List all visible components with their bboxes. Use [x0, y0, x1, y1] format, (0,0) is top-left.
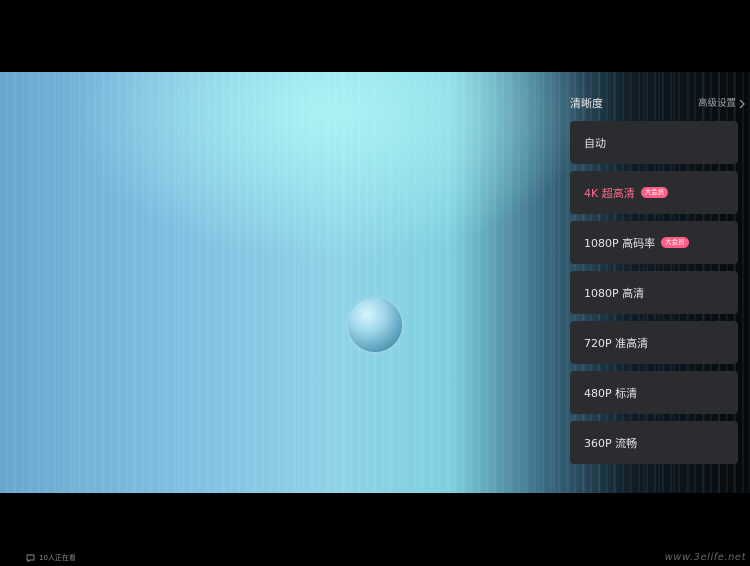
option-label: 自动: [584, 136, 606, 150]
quality-panel: 清晰度 高级设置 自动 4K 超高清 大会员 1080P 高码率 大会员 108…: [560, 72, 750, 493]
quality-option-480p[interactable]: 480P 标清: [570, 371, 738, 414]
viewer-count-text: 10人正在看: [39, 554, 76, 562]
sphere-visual: [348, 298, 402, 352]
quality-options: 自动 4K 超高清 大会员 1080P 高码率 大会员 1080P 高清 720…: [570, 121, 738, 471]
vip-badge: 大会员: [640, 187, 669, 198]
option-label: 360P 流畅: [584, 436, 638, 450]
panel-header: 清晰度 高级设置: [570, 96, 746, 112]
option-label: 1080P 高清: [584, 286, 645, 300]
quality-option-1080p[interactable]: 1080P 高清: [570, 271, 738, 314]
advanced-settings-link[interactable]: 高级设置: [698, 96, 746, 112]
quality-option-360p[interactable]: 360P 流畅: [570, 421, 738, 464]
option-label: 720P 准高清: [584, 336, 649, 350]
quality-option-720p[interactable]: 720P 准高清: [570, 321, 738, 364]
watermark: www.3elife.net: [664, 552, 746, 563]
option-label: 4K 超高清: [584, 186, 635, 200]
chevron-right-icon: [739, 99, 745, 109]
advanced-settings-label: 高级设置: [697, 98, 736, 109]
panel-title: 清晰度: [570, 97, 603, 110]
quality-option-auto[interactable]: 自动: [570, 121, 738, 164]
viewers-icon: [26, 554, 35, 562]
option-label: 480P 标清: [584, 386, 638, 400]
option-label: 1080P 高码率: [584, 236, 656, 250]
quality-option-1080p-high-bitrate[interactable]: 1080P 高码率 大会员: [570, 221, 738, 264]
quality-option-4k[interactable]: 4K 超高清 大会员: [570, 171, 738, 214]
vip-badge: 大会员: [661, 237, 689, 248]
viewer-count: 10人正在看: [26, 552, 76, 564]
